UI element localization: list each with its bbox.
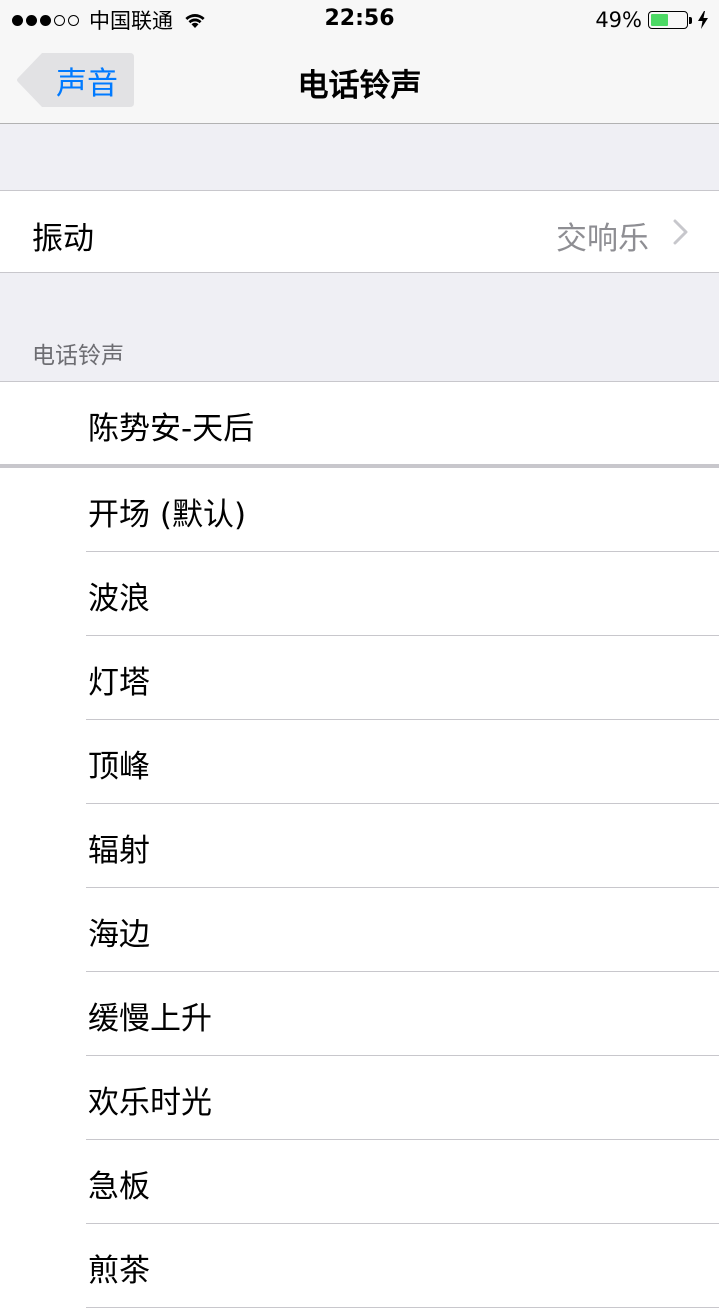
ringtone-label: 欢乐时光 (88, 1085, 212, 1121)
list-item[interactable]: 开场 (默认) (0, 468, 719, 552)
ringtone-label: 辐射 (88, 833, 150, 869)
vibration-value: 交响乐 (556, 221, 649, 257)
vibration-row[interactable]: 振动 交响乐 (0, 190, 719, 273)
list-item[interactable]: 欢乐时光 (0, 1056, 719, 1140)
ringtone-label: 海边 (88, 917, 150, 953)
ringtone-label: 顶峰 (88, 749, 150, 785)
ringtone-label: 波浪 (88, 581, 150, 617)
ringtone-list: 陈势安-天后 开场 (默认) 波浪 灯塔 顶峰 辐射 海边 缓慢上升 欢乐时光 … (0, 381, 719, 1308)
list-item[interactable]: 陈势安-天后 (0, 382, 719, 468)
navigation-bar: 声音 电话铃声 (0, 40, 719, 124)
list-item[interactable]: 海边 (0, 888, 719, 972)
ringtone-label: 急板 (88, 1169, 150, 1205)
ringtone-label: 缓慢上升 (88, 1001, 212, 1037)
bolt-icon (698, 11, 708, 29)
ringtone-label: 煎茶 (88, 1253, 150, 1289)
list-item[interactable]: 辐射 (0, 804, 719, 888)
list-item[interactable]: 波浪 (0, 552, 719, 636)
list-item[interactable]: 急板 (0, 1140, 719, 1224)
section-header: 电话铃声 (32, 343, 124, 369)
battery-level-fill (651, 14, 668, 26)
list-item[interactable]: 煎茶 (0, 1224, 719, 1308)
list-item[interactable]: 顶峰 (0, 720, 719, 804)
list-item[interactable]: 缓慢上升 (0, 972, 719, 1056)
ringtone-label: 灯塔 (88, 665, 150, 701)
status-bar: 中国联通 22:56 49% (0, 0, 719, 40)
battery-percent: 49% (595, 8, 642, 32)
battery-icon (648, 11, 688, 29)
page-title: 电话铃声 (297, 68, 422, 104)
ringtone-label: 开场 (默认) (88, 497, 247, 533)
ringtone-label: 陈势安-天后 (88, 411, 255, 447)
chevron-right-icon (673, 219, 688, 245)
status-right: 49% (595, 6, 709, 34)
vibration-label: 振动 (32, 221, 94, 257)
list-item[interactable]: 灯塔 (0, 636, 719, 720)
battery-nub (689, 16, 692, 24)
